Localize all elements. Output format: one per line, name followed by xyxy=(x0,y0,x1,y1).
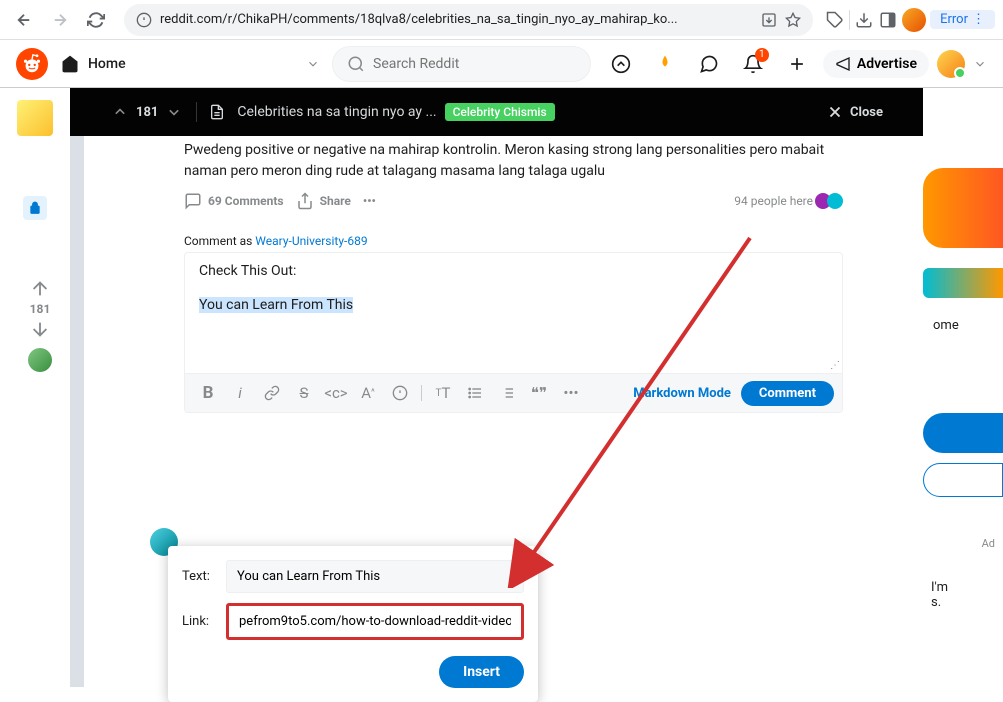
link-button[interactable] xyxy=(257,378,287,408)
error-badge[interactable]: Error ⋮ xyxy=(930,10,995,29)
link-url-input[interactable] xyxy=(226,603,524,640)
search-box[interactable] xyxy=(332,46,591,82)
share-button[interactable]: Share xyxy=(296,192,351,210)
comment-submit-button[interactable]: Comment xyxy=(741,381,834,406)
quote-button[interactable]: ❝❞ xyxy=(524,378,554,408)
username-link[interactable]: Weary-University-689 xyxy=(255,234,367,248)
search-icon xyxy=(347,55,365,73)
bold-button[interactable]: B xyxy=(193,378,223,408)
more-button[interactable]: ••• xyxy=(363,194,376,208)
text-field-label: Text: xyxy=(182,569,226,584)
profile-avatar-icon[interactable] xyxy=(902,8,926,32)
comment-textarea[interactable]: Check This Out: You can Learn From This … xyxy=(185,253,842,373)
back-button[interactable] xyxy=(8,4,40,36)
document-icon xyxy=(209,104,225,120)
post-body: Pwedeng positive or negative na mahirap … xyxy=(184,136,843,182)
create-post-icon[interactable] xyxy=(779,46,815,82)
nav-dropdown[interactable]: Home xyxy=(60,54,320,74)
advertise-button[interactable]: Advertise xyxy=(823,50,929,78)
reddit-logo-icon[interactable] xyxy=(16,48,48,80)
post-header-bar: 181 Celebrities na sa tingin nyo ay ... … xyxy=(70,88,923,136)
link-text-input[interactable] xyxy=(226,560,524,593)
content-area: 181 ome Ad I'm s. 181 Celebrities na sa … xyxy=(0,88,1003,687)
close-button[interactable]: Close xyxy=(826,103,883,121)
upvote-icon[interactable] xyxy=(110,102,130,122)
comment-icon xyxy=(184,192,202,210)
superscript-button[interactable]: A^ xyxy=(353,378,383,408)
more-formatting-button[interactable]: ••• xyxy=(556,378,586,408)
chevron-down-icon xyxy=(306,57,320,71)
left-vote-peek: 181 xyxy=(28,278,52,372)
sidepanel-icon[interactable] xyxy=(878,10,898,30)
chat-icon[interactable] xyxy=(691,46,727,82)
notifications-icon[interactable]: 1 xyxy=(735,46,771,82)
spoiler-button[interactable] xyxy=(385,378,415,408)
address-bar[interactable]: reddit.com/r/ChikaPH/comments/18qlva8/ce… xyxy=(124,4,813,36)
bookmark-star-icon[interactable] xyxy=(785,12,801,28)
downloads-icon[interactable] xyxy=(854,10,874,30)
editor-toolbar: B i S <c> A^ TT ❝❞ ••• Markdown Mode Com… xyxy=(185,373,842,412)
forward-button[interactable] xyxy=(44,4,76,36)
comment-editor: Check This Out: You can Learn From This … xyxy=(184,252,843,413)
number-list-button[interactable] xyxy=(492,378,522,408)
strikethrough-button[interactable]: S xyxy=(289,378,319,408)
home-label: Home xyxy=(88,56,126,72)
link-insert-popup: Text: Link: Insert xyxy=(168,546,538,702)
url-text: reddit.com/r/ChikaPH/comments/18qlva8/ce… xyxy=(160,12,753,27)
user-avatar[interactable] xyxy=(937,50,965,78)
post-actions: 69 Comments Share ••• 94 people here xyxy=(184,192,843,210)
left-sidebar-bg xyxy=(0,88,70,687)
code-button[interactable]: <c> xyxy=(321,378,351,408)
comments-button[interactable]: 69 Comments xyxy=(184,192,284,210)
reload-button[interactable] xyxy=(80,4,112,36)
search-input[interactable] xyxy=(373,56,576,72)
popular-icon[interactable] xyxy=(603,46,639,82)
heading-button[interactable]: TT xyxy=(428,378,458,408)
markdown-mode-link[interactable]: Markdown Mode xyxy=(633,386,731,401)
coins-icon[interactable] xyxy=(647,46,683,82)
reddit-header: Home 1 Advertise xyxy=(0,40,1003,88)
extensions-icon[interactable] xyxy=(825,10,845,30)
community-avatar xyxy=(17,100,53,136)
post-flair[interactable]: Celebrity Chismis xyxy=(445,103,555,121)
chevron-down-icon[interactable] xyxy=(973,57,987,71)
resize-handle-icon[interactable]: ⋰ xyxy=(830,360,840,371)
home-icon xyxy=(60,54,80,74)
install-icon[interactable] xyxy=(761,12,777,28)
notification-count: 1 xyxy=(755,48,769,62)
site-info-icon xyxy=(136,12,152,28)
browser-toolbar: reddit.com/r/ChikaPH/comments/18qlva8/ce… xyxy=(0,0,1003,40)
post-title: Celebrities na sa tingin nyo ay ... Cele… xyxy=(237,103,814,121)
share-icon xyxy=(296,192,314,210)
post-score: 181 xyxy=(136,105,158,120)
close-icon xyxy=(826,103,844,121)
bullet-list-button[interactable] xyxy=(460,378,490,408)
megaphone-icon xyxy=(835,56,851,72)
people-here: 94 people here xyxy=(734,193,843,209)
right-sidebar-bg: ome Ad I'm s. xyxy=(923,88,1003,687)
italic-button[interactable]: i xyxy=(225,378,255,408)
insert-button[interactable]: Insert xyxy=(439,656,524,688)
downvote-icon[interactable] xyxy=(29,318,51,340)
downvote-icon[interactable] xyxy=(164,102,184,122)
comment-as-label: Comment as Weary-University-689 xyxy=(184,234,843,248)
upvote-icon[interactable] xyxy=(29,278,51,300)
link-field-label: Link: xyxy=(182,614,226,629)
